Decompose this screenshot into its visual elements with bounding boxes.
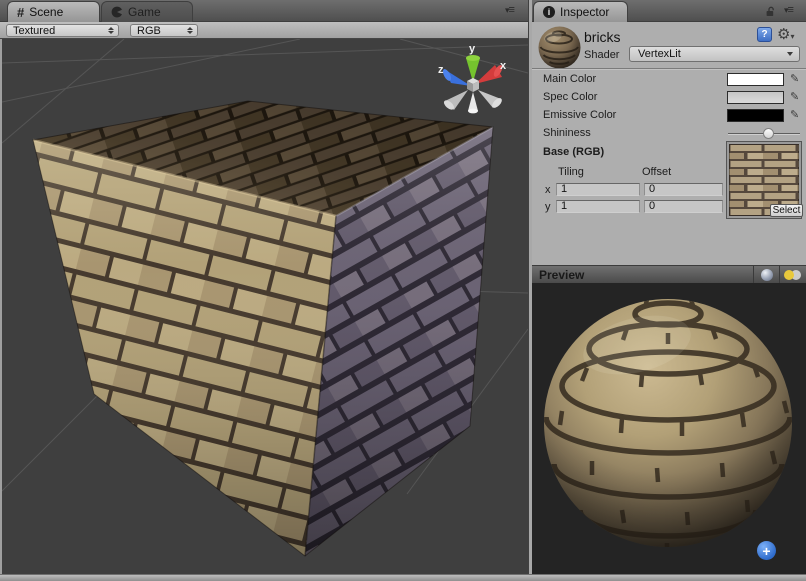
spec-color-label: Spec Color: [543, 91, 597, 103]
shininess-thumb[interactable]: [763, 128, 774, 139]
preview-lighting-button[interactable]: [779, 266, 806, 284]
axis-y-label: y: [545, 201, 551, 213]
base-rgb-label: Base (RGB): [543, 146, 604, 158]
preview-sphere: [532, 283, 806, 574]
color-mode-dropdown[interactable]: RGB: [130, 24, 198, 37]
spec-color-swatch[interactable]: [727, 91, 784, 104]
gizmo-y-label[interactable]: y: [469, 43, 476, 55]
dropdown-updown-icon: [187, 27, 193, 34]
dropdown-updown-icon: [108, 27, 114, 34]
add-preview-button[interactable]: +: [757, 541, 776, 560]
gear-icon[interactable]: ⚙▾: [777, 25, 794, 43]
inspector-panel-menu-icon[interactable]: ▾≡: [784, 4, 793, 16]
tiling-x-field[interactable]: 1: [556, 183, 640, 196]
preview-title: Preview: [539, 268, 584, 282]
shader-dropdown[interactable]: VertexLit: [629, 46, 800, 62]
draw-mode-value: Textured: [13, 25, 55, 37]
emissive-color-swatch[interactable]: [727, 109, 784, 122]
material-name: bricks: [584, 29, 621, 45]
tab-inspector[interactable]: i Inspector: [533, 1, 628, 22]
scene-panel-menu-icon[interactable]: ▾≡: [505, 4, 514, 16]
header-divider: [532, 68, 806, 70]
game-icon: [111, 6, 123, 18]
main-color-label: Main Color: [543, 73, 596, 85]
axis-x-label: x: [545, 184, 551, 196]
eyedropper-icon[interactable]: ✎: [790, 73, 802, 86]
color-mode-value: RGB: [137, 25, 161, 37]
scene-toolbar: Textured RGB: [0, 22, 528, 39]
tiling-y-field[interactable]: 1: [556, 200, 640, 213]
gizmo-x-label[interactable]: x: [500, 60, 507, 72]
emissive-color-label: Emissive Color: [543, 109, 616, 121]
scene-grid-icon: #: [17, 6, 24, 19]
preview-header[interactable]: Preview: [532, 265, 806, 283]
offset-header: Offset: [642, 166, 671, 178]
inspector-tabstrip: i Inspector ▾≡: [532, 0, 806, 22]
scene-3d-render: y z x: [2, 39, 528, 574]
main-color-swatch[interactable]: [727, 73, 784, 86]
tab-game[interactable]: Game: [101, 1, 193, 22]
gizmo-z-label[interactable]: z: [438, 64, 444, 76]
preview-area[interactable]: +: [532, 283, 806, 574]
tab-inspector-label: Inspector: [560, 5, 609, 19]
scene-tabstrip: # Scene Game ▾≡: [0, 0, 528, 22]
tab-scene-label: Scene: [29, 5, 63, 19]
scene-viewport[interactable]: y z x: [2, 39, 528, 574]
help-icon[interactable]: ?: [757, 27, 772, 42]
select-texture-button[interactable]: Select: [770, 204, 803, 217]
sphere-icon: [761, 269, 773, 281]
shininess-slider[interactable]: [728, 133, 800, 135]
orientation-gizmo[interactable]: y z x: [438, 43, 507, 113]
scene-panel: # Scene Game ▾≡ Textured RGB: [0, 0, 528, 575]
info-icon: i: [543, 6, 555, 18]
inspector-panel: i Inspector ▾≡: [532, 0, 806, 575]
shader-label: Shader: [584, 49, 619, 61]
lighting-icon: [784, 269, 802, 281]
brick-cube: [33, 101, 493, 556]
window-bottom-edge: [0, 574, 806, 581]
tab-scene[interactable]: # Scene: [7, 1, 100, 22]
chevron-down-icon: [787, 52, 793, 56]
preview-model-button[interactable]: [753, 266, 779, 284]
tab-game-label: Game: [128, 5, 161, 19]
draw-mode-dropdown[interactable]: Textured: [6, 24, 119, 37]
shader-value: VertexLit: [638, 48, 681, 60]
unity-editor-window: # Scene Game ▾≡ Textured RGB: [0, 0, 806, 581]
offset-x-field[interactable]: 0: [644, 183, 723, 196]
offset-y-field[interactable]: 0: [644, 200, 723, 213]
eyedropper-icon[interactable]: ✎: [790, 91, 802, 104]
eyedropper-icon[interactable]: ✎: [790, 109, 802, 122]
shininess-label: Shininess: [543, 127, 591, 139]
tiling-header: Tiling: [558, 166, 584, 178]
material-ball-thumbnail: [537, 25, 582, 70]
lock-icon[interactable]: [764, 5, 777, 18]
